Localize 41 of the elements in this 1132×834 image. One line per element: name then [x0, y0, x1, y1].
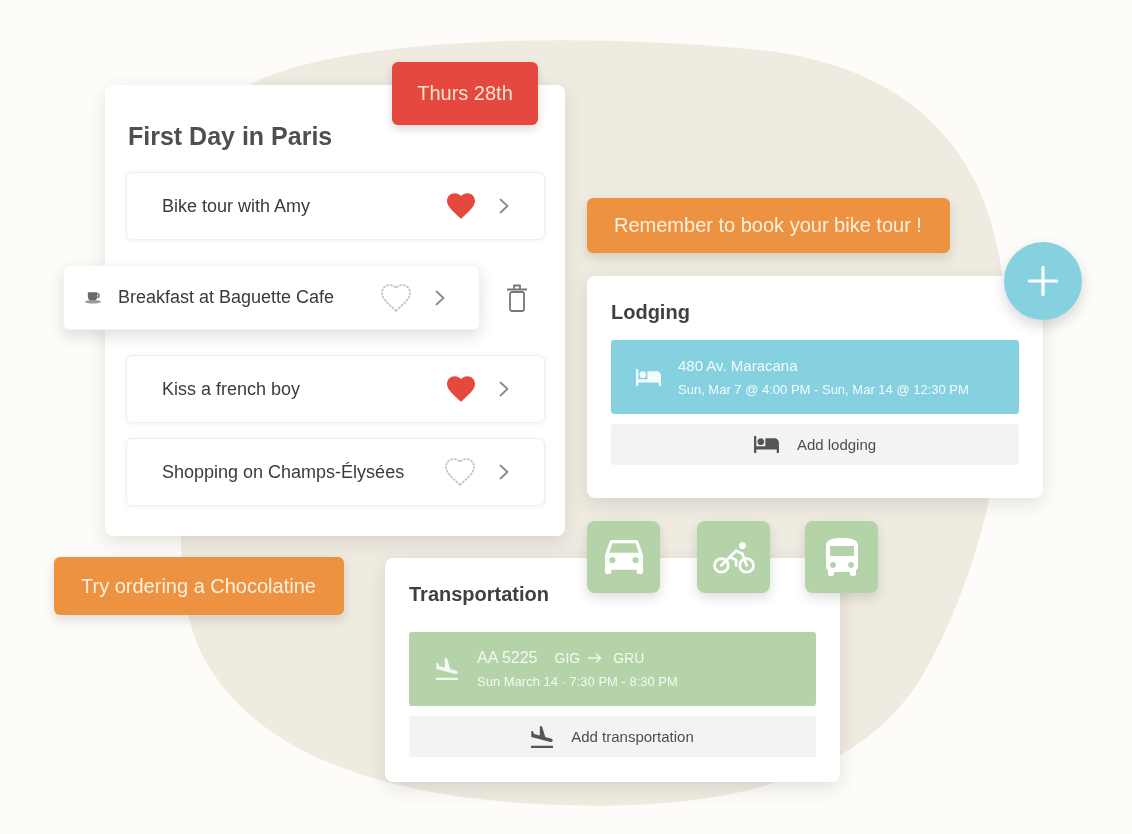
- bus-button[interactable]: [805, 521, 878, 593]
- heart-outline-icon[interactable]: [445, 458, 475, 486]
- bed-icon: [636, 368, 661, 386]
- itinerary-item[interactable]: Breakfast at Baguette Cafe: [63, 265, 480, 330]
- car-button[interactable]: [587, 521, 660, 593]
- date-badge: Thurs 28th: [392, 62, 538, 125]
- car-icon: [604, 540, 643, 574]
- bus-icon: [825, 538, 858, 576]
- trash-icon[interactable]: [506, 283, 528, 312]
- chevron-icon: [499, 198, 509, 214]
- add-button[interactable]: [1004, 242, 1082, 320]
- flight-number: AA 5225: [477, 649, 538, 667]
- flight-times: Sun March 14 · 7:30 PM - 8:30 PM: [477, 674, 678, 689]
- itinerary-item[interactable]: Shopping on Champs-Élysées: [126, 438, 545, 506]
- itinerary-item[interactable]: Kiss a french boy: [126, 355, 545, 423]
- chevron-icon: [499, 381, 509, 397]
- heart-icon[interactable]: [447, 376, 475, 402]
- card-title: Lodging: [611, 300, 690, 324]
- chevron-icon: [499, 464, 509, 480]
- arrow-icon: [588, 653, 603, 663]
- coffee-cup-icon: [85, 291, 102, 304]
- heart-icon[interactable]: [447, 193, 475, 219]
- airport-code: GRU: [613, 649, 645, 667]
- itinerary-item[interactable]: Bike tour with Amy: [126, 172, 545, 240]
- plus-icon: [1028, 266, 1058, 296]
- airport-code: GIG: [554, 649, 581, 667]
- address-text: 480 Av. Maracana: [678, 357, 799, 375]
- date-range-text: Sun, Mar 7 @ 4:00 PM - Sun, Mar 14 @ 12:30 PM: [678, 382, 969, 397]
- card-title: First Day in Paris: [128, 121, 333, 152]
- chevron-icon: [435, 289, 445, 306]
- bed-icon: [753, 436, 779, 453]
- heart-outline-icon[interactable]: [381, 283, 411, 312]
- note-banner: Remember to book your bike tour !: [587, 198, 950, 253]
- add-button[interactable]: Add transportation: [409, 716, 816, 757]
- note-banner: Try ordering a Chocolatine: [54, 557, 344, 615]
- plane-landing-icon: [531, 725, 554, 748]
- cyclist-icon: [712, 540, 755, 574]
- card-title: Transportation: [409, 582, 549, 606]
- add-button[interactable]: Add lodging: [611, 424, 1019, 465]
- bicycle-button[interactable]: [697, 521, 770, 593]
- plane-landing-icon: [436, 658, 458, 680]
